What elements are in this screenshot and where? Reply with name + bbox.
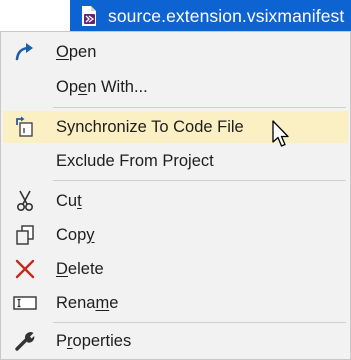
menu-item-open-with[interactable]: Open With...	[3, 71, 348, 103]
delete-x-icon	[13, 258, 37, 280]
mouse-pointer-icon	[272, 120, 289, 147]
menu-item-properties[interactable]: Properties	[3, 325, 348, 357]
rename-icon	[13, 292, 37, 314]
menu-separator	[53, 107, 346, 108]
menu-item-exclude-from-project[interactable]: Exclude From Project	[3, 145, 348, 177]
document-tab[interactable]: source.extension.vsixmanifest	[70, 0, 351, 32]
open-arrow-icon	[13, 41, 37, 63]
vsix-manifest-icon	[78, 5, 100, 27]
scissors-icon	[13, 190, 37, 212]
context-menu: Open Open With... Synchronize To Code Fi…	[0, 31, 351, 360]
copy-icon	[13, 224, 37, 246]
menu-item-copy-label: Copy	[56, 226, 95, 244]
menu-item-properties-label: Properties	[56, 332, 132, 350]
menu-item-open-label: Open	[56, 43, 97, 61]
menu-item-rename-label: Rename	[56, 294, 119, 312]
menu-item-open-with-label: Open With...	[56, 78, 148, 96]
synchronize-icon	[13, 116, 37, 138]
menu-item-synchronize-label: Synchronize To Code File	[56, 118, 244, 136]
menu-item-cut-label: Cut	[56, 192, 82, 210]
menu-separator	[53, 180, 346, 181]
menu-item-copy[interactable]: Copy	[3, 219, 348, 251]
menu-item-cut[interactable]: Cut	[3, 185, 348, 217]
title-bar: source.extension.vsixmanifest	[0, 0, 351, 32]
menu-item-rename[interactable]: Rename	[3, 287, 348, 319]
menu-item-exclude-label: Exclude From Project	[56, 152, 214, 170]
menu-item-delete[interactable]: Delete	[3, 253, 348, 285]
menu-item-synchronize[interactable]: Synchronize To Code File	[3, 111, 348, 143]
wrench-icon	[13, 330, 37, 352]
menu-separator	[53, 322, 346, 323]
document-tab-label: source.extension.vsixmanifest	[108, 5, 345, 26]
menu-item-open[interactable]: Open	[3, 36, 348, 68]
menu-item-delete-label: Delete	[56, 260, 104, 278]
